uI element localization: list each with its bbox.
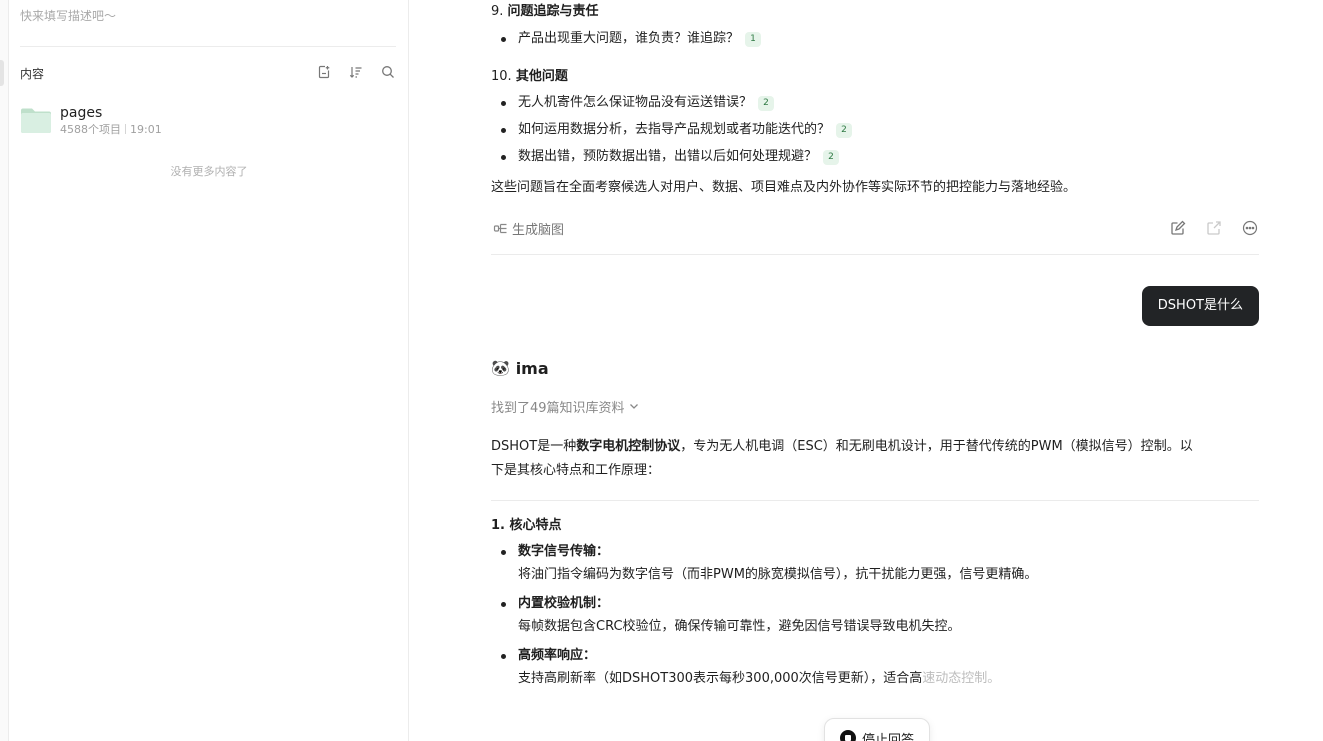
- feature-desc: 支持高刷新率（如DSHOT300表示每秒300,000次信号更新），适合高速动态…: [518, 667, 1037, 691]
- q9-heading: 9. 问题追踪与责任: [491, 1, 599, 23]
- citation-badge[interactable]: 1: [745, 32, 762, 47]
- edit-note-icon[interactable]: [1169, 219, 1187, 237]
- section-divider: [491, 500, 1259, 501]
- chevron-down-icon: [629, 404, 638, 409]
- more-icon[interactable]: [1241, 219, 1259, 237]
- meta-separator: [125, 123, 126, 134]
- user-message-bubble: DSHOT是什么: [1141, 286, 1259, 326]
- feature-desc-text: 支持高刷新率（如DSHOT300表示每秒300,000次信号更新），适合高: [518, 671, 923, 686]
- stop-label: 停止回答: [861, 732, 914, 741]
- stop-icon: [839, 730, 856, 741]
- q10-list: 无人机寄件怎么保证物品没有运送错误？ 2 如何运用数据分析，去指导产品规划或者功能…: [491, 92, 853, 173]
- folder-item-pages[interactable]: pages 4588个项目 19:01: [20, 100, 396, 140]
- intro-text-3: 下是其核心特点和工作原理：: [491, 463, 661, 478]
- sources-text: 找到了49篇知识库资料: [491, 400, 625, 416]
- no-more-text: 没有更多内容了: [170, 165, 248, 178]
- knowledge-sidebar: 快来填写描述吧～ 内容 pages 4588个项目 19:01 没有更多内容了: [9, 0, 409, 741]
- list-item-text: 无人机寄件怎么保证物品没有运送错误？: [518, 95, 753, 110]
- message-actions: 生成脑图: [491, 217, 1259, 239]
- folder-count: 4588个项目: [60, 122, 121, 136]
- folder-time: 19:01: [130, 122, 162, 136]
- mindmap-icon: [493, 223, 507, 233]
- feature-desc: 将油门指令编码为数字信号（而非PWM的脉宽模拟信号），抗干扰能力更强，信号更精确…: [518, 567, 1038, 582]
- answer-intro: DSHOT是一种数字电机控制协议，专为无人机电调（ESC）和无刷电机设计，用于替…: [491, 435, 1259, 483]
- folder-icon: [21, 108, 51, 133]
- assistant-name: ima: [515, 358, 549, 378]
- chat-panel: 9. 问题追踪与责任 产品出现重大问题，谁负责？谁追踪？ 1 10. 其他问题 无…: [410, 0, 1323, 741]
- list-item: 数字信号传输： 将油门指令编码为数字信号（而非PWM的脉宽模拟信号），抗干扰能力…: [491, 541, 1037, 593]
- generate-mindmap-button[interactable]: 生成脑图: [493, 217, 564, 239]
- sources-toggle[interactable]: 找到了49篇知识库资料: [491, 396, 640, 416]
- share-icon[interactable]: [1205, 219, 1223, 237]
- list-item-text: 如何运用数据分析，去指导产品规划或者功能迭代的？: [518, 122, 831, 137]
- feature-list: 数字信号传输： 将油门指令编码为数字信号（而非PWM的脉宽模拟信号），抗干扰能力…: [491, 541, 1037, 697]
- feature-title: 高频率响应：: [518, 648, 597, 663]
- intro-text-2: ，专为无人机电调（ESC）和无刷电机设计，用于替代传统的PWM（模拟信号）控制。…: [680, 439, 1193, 454]
- list-item: 内置校验机制： 每帧数据包含CRC校验位，确保传输可靠性，避免因信号错误导致电机…: [491, 593, 1037, 645]
- intro-bold: 数字电机控制协议: [576, 439, 681, 454]
- q9-list: 产品出现重大问题，谁负责？谁追踪？ 1: [491, 28, 762, 55]
- sort-icon[interactable]: [348, 64, 364, 80]
- assistant-header: 🐼 ima: [491, 356, 549, 380]
- section1-title: 1. 核心特点: [491, 518, 562, 533]
- stop-answer-button[interactable]: 停止回答: [824, 718, 930, 741]
- intro-text: DSHOT是一种: [491, 439, 577, 454]
- q10-num: 10.: [491, 69, 512, 84]
- feature-title: 数字信号传输：: [518, 544, 610, 559]
- citation-badge[interactable]: 2: [836, 123, 853, 138]
- sidebar-divider: [20, 46, 396, 47]
- feature-desc: 每帧数据包含CRC校验位，确保传输可靠性，避免因信号错误导致电机失控。: [518, 619, 961, 634]
- description-input[interactable]: 快来填写描述吧～: [20, 7, 116, 24]
- citation-badge[interactable]: 2: [758, 96, 775, 111]
- summary-text: 这些问题旨在全面考察候选人对用户、数据、项目难点及内外协作等实际环节的把控能力与…: [491, 180, 1077, 195]
- content-section-header: 内容: [20, 63, 396, 81]
- q10-title: 其他问题: [515, 69, 568, 84]
- q9-title: 问题追踪与责任: [507, 4, 599, 19]
- q9-num: 9.: [491, 4, 504, 19]
- list-item: 数据出错，预防数据出错，出错以后如何处理规避？ 2: [491, 146, 852, 173]
- section1-heading: 1. 核心特点: [491, 515, 562, 537]
- q10-heading: 10. 其他问题: [491, 66, 568, 88]
- panda-avatar-icon: 🐼: [491, 359, 510, 377]
- folder-meta: 4588个项目 19:01: [60, 123, 162, 137]
- section-title: 内容: [20, 67, 45, 81]
- search-icon[interactable]: [380, 64, 396, 80]
- list-item-text: 数据出错，预防数据出错，出错以后如何处理规避？: [518, 149, 818, 164]
- message-divider: [491, 254, 1259, 255]
- action-icons: [1169, 219, 1259, 237]
- list-item: 高频率响应： 支持高刷新率（如DSHOT300表示每秒300,000次信号更新）…: [491, 645, 1037, 697]
- mindmap-label: 生成脑图: [512, 222, 565, 238]
- section-tools: [316, 63, 396, 81]
- citation-badge[interactable]: 2: [823, 150, 840, 165]
- list-item: 如何运用数据分析，去指导产品规划或者功能迭代的？ 2: [491, 119, 853, 146]
- list-item: 无人机寄件怎么保证物品没有运送错误？ 2: [491, 92, 852, 119]
- rail-tab-indicator[interactable]: [0, 60, 4, 86]
- left-rail: [0, 0, 9, 741]
- folder-text: pages 4588个项目 19:01: [60, 104, 162, 137]
- streaming-fade-text: 速动态控制。: [922, 671, 1001, 686]
- app-window: 快来填写描述吧～ 内容 pages 4588个项目 19:01 没有更多内容了 …: [0, 0, 1323, 741]
- feature-title: 内置校验机制：: [518, 596, 610, 611]
- add-file-icon[interactable]: [316, 64, 332, 80]
- folder-name: pages: [60, 104, 103, 121]
- list-item-text: 产品出现重大问题，谁负责？谁追踪？: [518, 31, 740, 46]
- list-item: 产品出现重大问题，谁负责？谁追踪？ 1: [491, 28, 762, 55]
